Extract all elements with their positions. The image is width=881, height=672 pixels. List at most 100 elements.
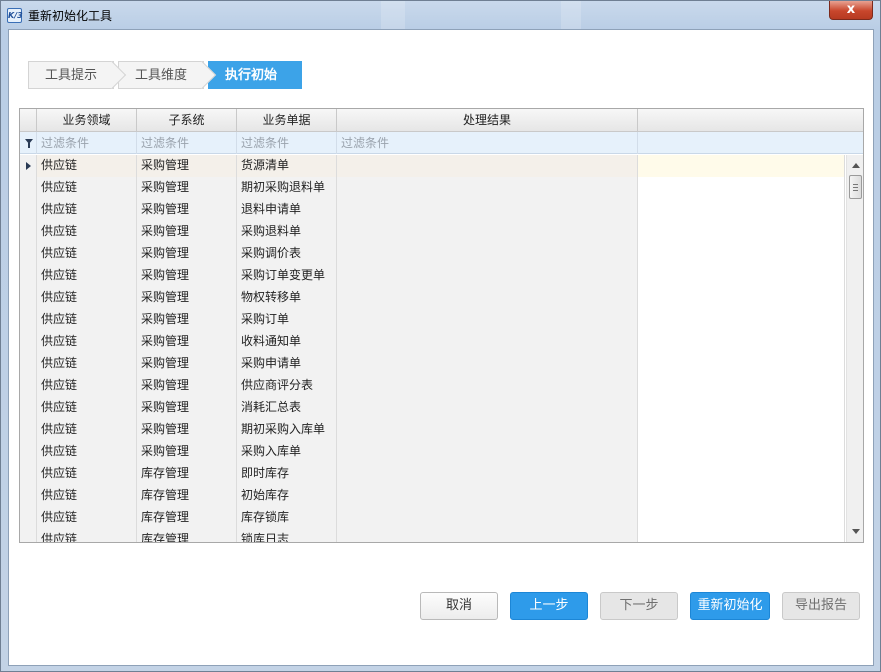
cell-subsystem[interactable]: 采购管理 xyxy=(137,199,237,221)
row-indicator[interactable] xyxy=(20,265,37,287)
row-indicator[interactable] xyxy=(20,441,37,463)
cell-domain[interactable]: 供应链 xyxy=(37,397,137,419)
cell-domain[interactable]: 供应链 xyxy=(37,485,137,507)
cell-domain[interactable]: 供应链 xyxy=(37,265,137,287)
next-step-button[interactable]: 下一步 xyxy=(600,592,678,620)
cell-extra[interactable] xyxy=(638,243,845,265)
cell-subsystem[interactable]: 采购管理 xyxy=(137,375,237,397)
cell-subsystem[interactable]: 库存管理 xyxy=(137,485,237,507)
cell-subsystem[interactable]: 采购管理 xyxy=(137,419,237,441)
scroll-up-icon[interactable] xyxy=(852,163,860,168)
cell-extra[interactable] xyxy=(638,485,845,507)
row-indicator[interactable] xyxy=(20,177,37,199)
cell-document[interactable]: 采购订单 xyxy=(237,309,337,331)
cell-subsystem[interactable]: 采购管理 xyxy=(137,353,237,375)
close-button[interactable]: x xyxy=(829,1,873,20)
cell-domain[interactable]: 供应链 xyxy=(37,221,137,243)
cell-document[interactable]: 采购订单变更单 xyxy=(237,265,337,287)
cell-document[interactable]: 采购退料单 xyxy=(237,221,337,243)
cell-result[interactable] xyxy=(337,419,638,441)
cell-result[interactable] xyxy=(337,375,638,397)
table-row[interactable]: 供应链 采购管理 货源清单 xyxy=(20,155,845,177)
export-report-button[interactable]: 导出报告 xyxy=(782,592,860,620)
cell-domain[interactable]: 供应链 xyxy=(37,419,137,441)
scroll-thumb[interactable] xyxy=(849,175,862,199)
cell-extra[interactable] xyxy=(638,155,845,177)
row-indicator[interactable] xyxy=(20,331,37,353)
cell-subsystem[interactable]: 采购管理 xyxy=(137,397,237,419)
vertical-scrollbar[interactable] xyxy=(846,155,863,542)
cell-extra[interactable] xyxy=(638,529,845,542)
cell-extra[interactable] xyxy=(638,353,845,375)
cell-domain[interactable]: 供应链 xyxy=(37,375,137,397)
cell-document[interactable]: 期初采购入库单 xyxy=(237,419,337,441)
cell-document[interactable]: 采购申请单 xyxy=(237,353,337,375)
cell-document[interactable]: 消耗汇总表 xyxy=(237,397,337,419)
cell-subsystem[interactable]: 采购管理 xyxy=(137,243,237,265)
cell-subsystem[interactable]: 采购管理 xyxy=(137,265,237,287)
cell-result[interactable] xyxy=(337,287,638,309)
cell-document[interactable]: 退料申请单 xyxy=(237,199,337,221)
cell-result[interactable] xyxy=(337,507,638,529)
cell-result[interactable] xyxy=(337,155,638,177)
cell-subsystem[interactable]: 采购管理 xyxy=(137,177,237,199)
cell-subsystem[interactable]: 库存管理 xyxy=(137,463,237,485)
row-indicator[interactable] xyxy=(20,419,37,441)
row-indicator[interactable] xyxy=(20,309,37,331)
cancel-button[interactable]: 取消 xyxy=(420,592,498,620)
cell-document[interactable]: 货源清单 xyxy=(237,155,337,177)
cell-subsystem[interactable]: 采购管理 xyxy=(137,287,237,309)
cell-document[interactable]: 采购调价表 xyxy=(237,243,337,265)
cell-domain[interactable]: 供应链 xyxy=(37,243,137,265)
cell-extra[interactable] xyxy=(638,177,845,199)
filter-input-domain[interactable]: 过滤条件 xyxy=(37,132,137,154)
cell-result[interactable] xyxy=(337,529,638,542)
cell-domain[interactable]: 供应链 xyxy=(37,353,137,375)
cell-document[interactable]: 库存锁库 xyxy=(237,507,337,529)
cell-extra[interactable] xyxy=(638,397,845,419)
cell-document[interactable]: 初始库存 xyxy=(237,485,337,507)
filter-input-result[interactable]: 过滤条件 xyxy=(337,132,638,154)
row-indicator[interactable] xyxy=(20,485,37,507)
cell-result[interactable] xyxy=(337,441,638,463)
cell-extra[interactable] xyxy=(638,419,845,441)
table-row[interactable]: 供应链 采购管理 采购入库单 xyxy=(20,441,845,463)
cell-result[interactable] xyxy=(337,463,638,485)
cell-extra[interactable] xyxy=(638,287,845,309)
row-indicator[interactable] xyxy=(20,463,37,485)
table-row[interactable]: 供应链 采购管理 收料通知单 xyxy=(20,331,845,353)
cell-domain[interactable]: 供应链 xyxy=(37,463,137,485)
cell-subsystem[interactable]: 采购管理 xyxy=(137,155,237,177)
previous-step-button[interactable]: 上一步 xyxy=(510,592,588,620)
cell-subsystem[interactable]: 采购管理 xyxy=(137,331,237,353)
table-row[interactable]: 供应链 库存管理 初始库存 xyxy=(20,485,845,507)
cell-document[interactable]: 期初采购退料单 xyxy=(237,177,337,199)
table-row[interactable]: 供应链 库存管理 锁库日志 xyxy=(20,529,845,542)
cell-document[interactable]: 即时库存 xyxy=(237,463,337,485)
row-indicator[interactable] xyxy=(20,375,37,397)
table-row[interactable]: 供应链 采购管理 消耗汇总表 xyxy=(20,397,845,419)
table-row[interactable]: 供应链 采购管理 采购申请单 xyxy=(20,353,845,375)
row-indicator[interactable] xyxy=(20,199,37,221)
table-row[interactable]: 供应链 采购管理 供应商评分表 xyxy=(20,375,845,397)
cell-domain[interactable]: 供应链 xyxy=(37,199,137,221)
row-indicator[interactable] xyxy=(20,221,37,243)
row-indicator[interactable] xyxy=(20,287,37,309)
cell-extra[interactable] xyxy=(638,375,845,397)
table-row[interactable]: 供应链 采购管理 采购调价表 xyxy=(20,243,845,265)
table-row[interactable]: 供应链 采购管理 退料申请单 xyxy=(20,199,845,221)
cell-domain[interactable]: 供应链 xyxy=(37,155,137,177)
table-row[interactable]: 供应链 库存管理 即时库存 xyxy=(20,463,845,485)
cell-domain[interactable]: 供应链 xyxy=(37,309,137,331)
cell-domain[interactable]: 供应链 xyxy=(37,507,137,529)
column-header-subsystem[interactable]: 子系统 xyxy=(137,109,237,132)
cell-domain[interactable]: 供应链 xyxy=(37,331,137,353)
table-row[interactable]: 供应链 采购管理 物权转移单 xyxy=(20,287,845,309)
cell-result[interactable] xyxy=(337,485,638,507)
cell-result[interactable] xyxy=(337,177,638,199)
cell-domain[interactable]: 供应链 xyxy=(37,441,137,463)
table-row[interactable]: 供应链 采购管理 采购订单 xyxy=(20,309,845,331)
table-row[interactable]: 供应链 采购管理 期初采购退料单 xyxy=(20,177,845,199)
cell-subsystem[interactable]: 采购管理 xyxy=(137,441,237,463)
scroll-down-icon[interactable] xyxy=(852,529,860,534)
